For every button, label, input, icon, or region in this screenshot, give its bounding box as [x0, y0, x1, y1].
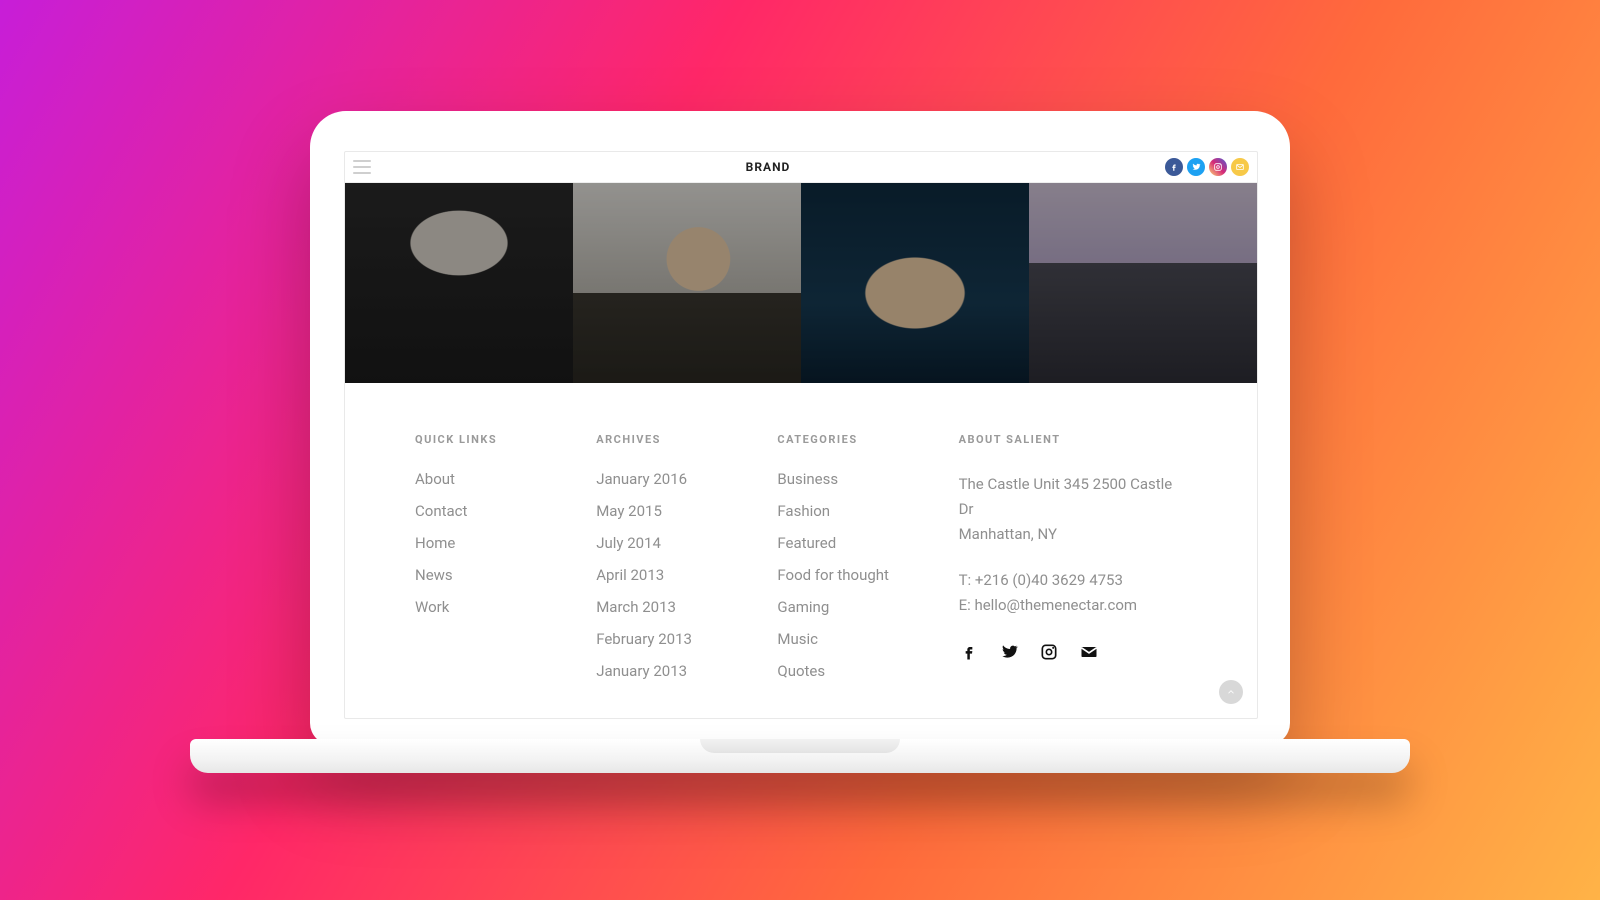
- footer-link-archive[interactable]: February 2013: [596, 632, 759, 647]
- facebook-icon[interactable]: [959, 642, 979, 662]
- about-email[interactable]: E: hello@themenectar.com: [959, 593, 1187, 618]
- email-icon[interactable]: [1231, 158, 1249, 176]
- twitter-icon[interactable]: [1187, 158, 1205, 176]
- footer-heading: QUICK LINKS: [415, 433, 578, 446]
- twitter-icon[interactable]: [999, 642, 1019, 662]
- footer-col-archives: ARCHIVES January 2016 May 2015 July 2014…: [596, 433, 759, 696]
- footer-link-archive[interactable]: May 2015: [596, 504, 759, 519]
- gallery-item[interactable]: [573, 183, 801, 383]
- footer-link-work[interactable]: Work: [415, 600, 578, 615]
- footer-social-icons: [959, 642, 1187, 662]
- footer-link-category[interactable]: Gaming: [777, 600, 940, 615]
- footer-link-archive[interactable]: January 2016: [596, 472, 759, 487]
- footer-link-archive[interactable]: January 2013: [596, 664, 759, 679]
- laptop-body: BRAND: [310, 111, 1290, 745]
- footer-col-about: ABOUT SALIENT The Castle Unit 345 2500 C…: [959, 433, 1187, 696]
- footer-link-archive[interactable]: July 2014: [596, 536, 759, 551]
- brand-logo[interactable]: BRAND: [371, 160, 1165, 174]
- footer-link-about[interactable]: About: [415, 472, 578, 487]
- website-screen: BRAND: [344, 151, 1258, 719]
- footer-link-category[interactable]: Business: [777, 472, 940, 487]
- hamburger-menu-icon[interactable]: [353, 160, 371, 174]
- scroll-to-top-button[interactable]: [1219, 680, 1243, 704]
- top-navbar: BRAND: [345, 152, 1257, 183]
- about-phone: T: +216 (0)40 3629 4753: [959, 568, 1187, 593]
- footer-link-contact[interactable]: Contact: [415, 504, 578, 519]
- header-social-icons: [1165, 158, 1249, 176]
- footer-link-category[interactable]: Music: [777, 632, 940, 647]
- gallery-item[interactable]: [1029, 183, 1257, 383]
- footer-link-home[interactable]: Home: [415, 536, 578, 551]
- email-icon[interactable]: [1079, 642, 1099, 662]
- footer-heading: ABOUT SALIENT: [959, 433, 1187, 446]
- laptop-mockup: BRAND: [310, 111, 1290, 789]
- instagram-icon[interactable]: [1209, 158, 1227, 176]
- about-address: The Castle Unit 345 2500 Castle Dr Manha…: [959, 472, 1187, 546]
- image-gallery: [345, 183, 1257, 383]
- instagram-icon[interactable]: [1039, 642, 1059, 662]
- gallery-item[interactable]: [801, 183, 1029, 383]
- footer-link-category[interactable]: Fashion: [777, 504, 940, 519]
- footer: QUICK LINKS About Contact Home News Work…: [345, 383, 1257, 716]
- footer-link-category[interactable]: Quotes: [777, 664, 940, 679]
- gradient-background: BRAND: [0, 0, 1600, 900]
- footer-link-archive[interactable]: April 2013: [596, 568, 759, 583]
- footer-col-categories: CATEGORIES Business Fashion Featured Foo…: [777, 433, 940, 696]
- facebook-icon[interactable]: [1165, 158, 1183, 176]
- footer-link-news[interactable]: News: [415, 568, 578, 583]
- footer-link-archive[interactable]: March 2013: [596, 600, 759, 615]
- footer-link-category[interactable]: Food for thought: [777, 568, 940, 583]
- footer-link-category[interactable]: Featured: [777, 536, 940, 551]
- gallery-item[interactable]: [345, 183, 573, 383]
- footer-heading: CATEGORIES: [777, 433, 940, 446]
- footer-col-quick-links: QUICK LINKS About Contact Home News Work: [415, 433, 578, 696]
- laptop-base: [310, 739, 1290, 789]
- footer-heading: ARCHIVES: [596, 433, 759, 446]
